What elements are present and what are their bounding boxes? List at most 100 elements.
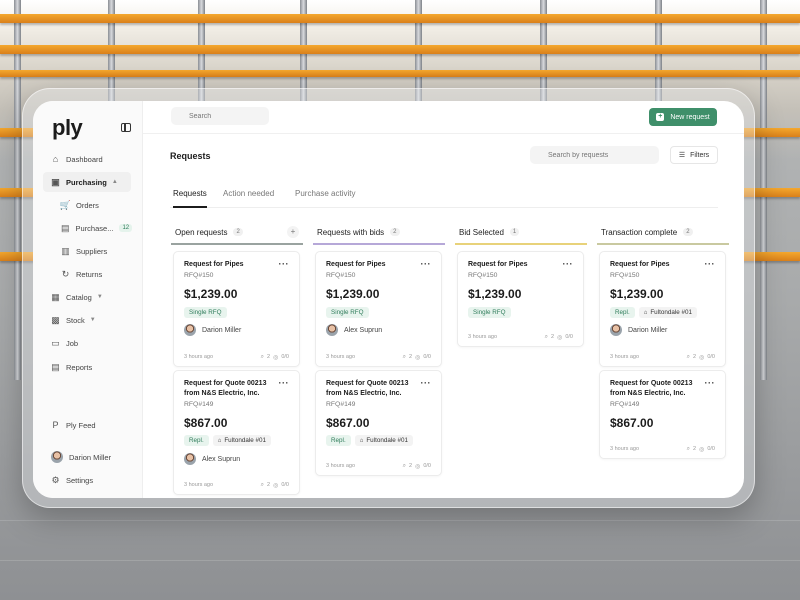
add-request-icon[interactable]: + (287, 226, 299, 238)
card-assignee: Alex Suprun (326, 324, 382, 336)
location-name: Fultondale #01 (366, 437, 408, 444)
column-header-open-requests: Open requests 2 (171, 221, 303, 243)
top-bar: + New request (143, 101, 744, 134)
card-meta: ⌕ 2 ◎ 0/0 (684, 446, 715, 453)
card-footer: 3 hours ago ⌕ 2 ◎ 0/0 (600, 348, 725, 366)
sidebar-item-purchasing[interactable]: ▣ Purchasing ▲ (43, 172, 131, 192)
main-content: + New request Requests ☰ Filters Request… (143, 101, 744, 498)
column-header-transaction-complete: Transaction complete 2 (597, 221, 729, 243)
avatar (184, 324, 196, 336)
paperclip-icon: ⌕ (402, 462, 407, 469)
tag-repl: Repl. (610, 307, 635, 318)
check-circle-icon: ◎ (273, 482, 279, 489)
more-icon[interactable]: ··· (705, 259, 716, 269)
tag-single-rfq: Single RFQ (468, 307, 511, 318)
tag-repl: Repl. (184, 435, 209, 446)
tab-purchase-activity[interactable]: Purchase activity (295, 189, 355, 208)
sidebar-item-orders[interactable]: 🛒 Orders (53, 195, 131, 215)
card-time: 3 hours ago (184, 354, 214, 360)
cart-box-icon: ▣ (51, 176, 60, 187)
app-window: ply ⌂ Dashboard ▣ Purchasing ▲ 🛒 Orders … (33, 101, 744, 498)
sidebar-item-suppliers[interactable]: ▥ Suppliers (53, 241, 131, 261)
home-icon: ⌂ (52, 154, 59, 164)
sidebar-item-label: Suppliers (76, 246, 108, 256)
tag-repl: Repl. (326, 435, 351, 446)
chevron-up-icon: ▲ (111, 179, 118, 185)
plus-icon: + (656, 113, 665, 121)
request-card[interactable]: Request for Quote 00213 from N&S Electri… (599, 370, 726, 459)
assignee-name: Darion Miller (628, 326, 668, 334)
attachment-count: 2 (409, 354, 413, 360)
page-title: Requests (170, 151, 211, 161)
sidebar-item-label: Stock (66, 315, 85, 325)
request-card[interactable]: Request for Quote 00213 from N&S Electri… (173, 370, 300, 495)
paperclip-icon: ⌕ (686, 445, 691, 452)
request-card[interactable]: Request for Quote 00213 from N&S Electri… (315, 370, 442, 476)
sidebar-item-settings[interactable]: ⚙ Settings (43, 470, 131, 490)
sidebar-user[interactable]: Darion Miller (43, 447, 131, 467)
card-meta: ⌕ 2 ◎ 0/0 (400, 463, 431, 470)
tabs: Requests Action needed Purchase activity (170, 186, 718, 208)
card-time: 3 hours ago (326, 463, 356, 469)
global-search-input[interactable] (171, 107, 269, 125)
book-icon: ▦ (51, 291, 60, 302)
request-card[interactable]: Request for Pipes ··· RFQ#150 $1,239.00 … (315, 251, 442, 367)
card-tags: Single RFQ (468, 307, 515, 318)
sidebar-item-label: Ply Feed (66, 420, 96, 430)
paperclip-icon: ⌕ (402, 353, 407, 360)
cart-icon: 🛒 (59, 199, 72, 210)
card-time: 3 hours ago (610, 446, 640, 452)
tab-requests[interactable]: Requests (173, 189, 207, 208)
filters-button[interactable]: ☰ Filters (670, 146, 718, 164)
filter-icon: ☰ (678, 152, 686, 159)
sidebar-item-ply-feed[interactable]: P Ply Feed (43, 415, 131, 435)
card-meta: ⌕ 2 ◎ 0/0 (684, 354, 715, 361)
grid-icon: ▩ (51, 314, 60, 325)
more-icon[interactable]: ··· (705, 378, 716, 388)
more-icon[interactable]: ··· (279, 378, 290, 388)
card-title: Request for Quote 00213 from N&S Electri… (326, 380, 409, 397)
card-assignee: Darion Miller (184, 324, 241, 336)
more-icon[interactable]: ··· (421, 378, 432, 388)
card-meta: ⌕ 2 ◎ 0/0 (258, 482, 289, 489)
avatar (326, 324, 338, 336)
filters-label: Filters (690, 151, 710, 159)
more-icon[interactable]: ··· (421, 259, 432, 269)
sidebar-item-returns[interactable]: ↻ Returns (53, 264, 131, 284)
column-count: 2 (683, 228, 693, 236)
attachment-count: 2 (551, 334, 555, 340)
sidebar-item-catalog[interactable]: ▦ Catalog ▼ (43, 287, 131, 307)
avatar (610, 324, 622, 336)
sidebar-item-job[interactable]: ▭ Job (43, 333, 131, 353)
sidebar-item-reports[interactable]: ▤ Reports (43, 357, 131, 377)
rack-beam (0, 45, 800, 54)
sidebar: ply ⌂ Dashboard ▣ Purchasing ▲ 🛒 Orders … (33, 101, 143, 498)
request-card[interactable]: Request for Pipes ··· RFQ#150 $1,239.00 … (457, 251, 584, 347)
tab-action-needed[interactable]: Action needed (223, 189, 274, 208)
card-footer: 3 hours ago ⌕ 2 ◎ 0/0 (174, 348, 299, 366)
requests-search-input[interactable] (530, 146, 659, 164)
rfq-number: RFQ#150 (326, 272, 356, 279)
check-circle-icon: ◎ (699, 446, 705, 453)
check-count: 0/0 (281, 354, 289, 360)
sidebar-item-stock[interactable]: ▩ Stock ▼ (43, 310, 131, 330)
sidebar-item-purchase[interactable]: ▤ Purchase... 12 (53, 218, 133, 238)
card-footer: 3 hours ago ⌕ 2 ◎ 0/0 (316, 348, 441, 366)
card-footer: 3 hours ago ⌕ 2 ◎ 0/0 (458, 328, 583, 346)
check-circle-icon: ◎ (699, 354, 705, 361)
floor-line (0, 560, 800, 561)
more-icon[interactable]: ··· (563, 259, 574, 269)
card-footer: 3 hours ago ⌕ 2 ◎ 0/0 (600, 440, 725, 458)
sidebar-item-dashboard[interactable]: ⌂ Dashboard (43, 149, 131, 169)
invoice-icon: ▤ (61, 222, 70, 233)
card-tags: Single RFQ (184, 307, 231, 318)
sidebar-toggle-icon[interactable] (121, 123, 131, 132)
check-circle-icon: ◎ (273, 354, 279, 361)
column-divider (455, 243, 587, 245)
location-tag: ⌂ Fultondale #01 (638, 307, 697, 318)
request-card[interactable]: Request for Pipes ··· RFQ#150 $1,239.00 … (173, 251, 300, 367)
more-icon[interactable]: ··· (279, 259, 290, 269)
card-amount: $867.00 (326, 416, 370, 430)
request-card[interactable]: Request for Pipes ··· RFQ#150 $1,239.00 … (599, 251, 726, 367)
new-request-button[interactable]: + New request (649, 108, 717, 126)
